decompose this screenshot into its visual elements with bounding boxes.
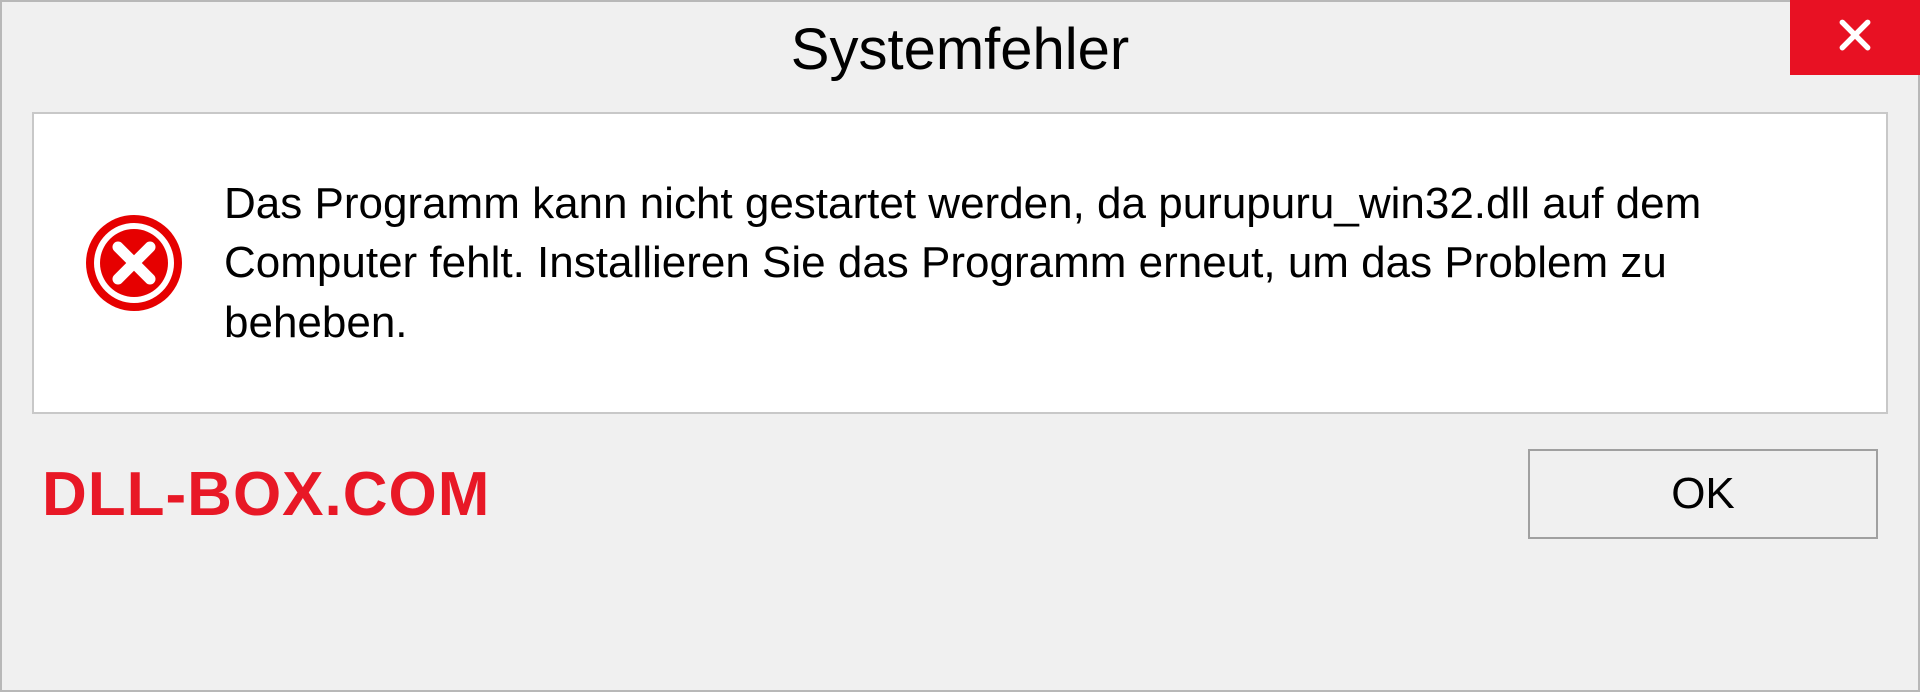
- error-icon: [84, 213, 184, 313]
- watermark-text: DLL-BOX.COM: [42, 459, 490, 530]
- close-icon: [1836, 16, 1874, 59]
- dialog-footer: DLL-BOX.COM OK: [2, 429, 1918, 569]
- dialog-content: Das Programm kann nicht gestartet werden…: [32, 112, 1888, 414]
- dialog-title: Systemfehler: [791, 16, 1129, 83]
- ok-button[interactable]: OK: [1528, 449, 1878, 539]
- close-button[interactable]: [1790, 0, 1920, 75]
- dialog-titlebar: Systemfehler: [2, 2, 1918, 97]
- error-message: Das Programm kann nicht gestartet werden…: [224, 174, 1826, 352]
